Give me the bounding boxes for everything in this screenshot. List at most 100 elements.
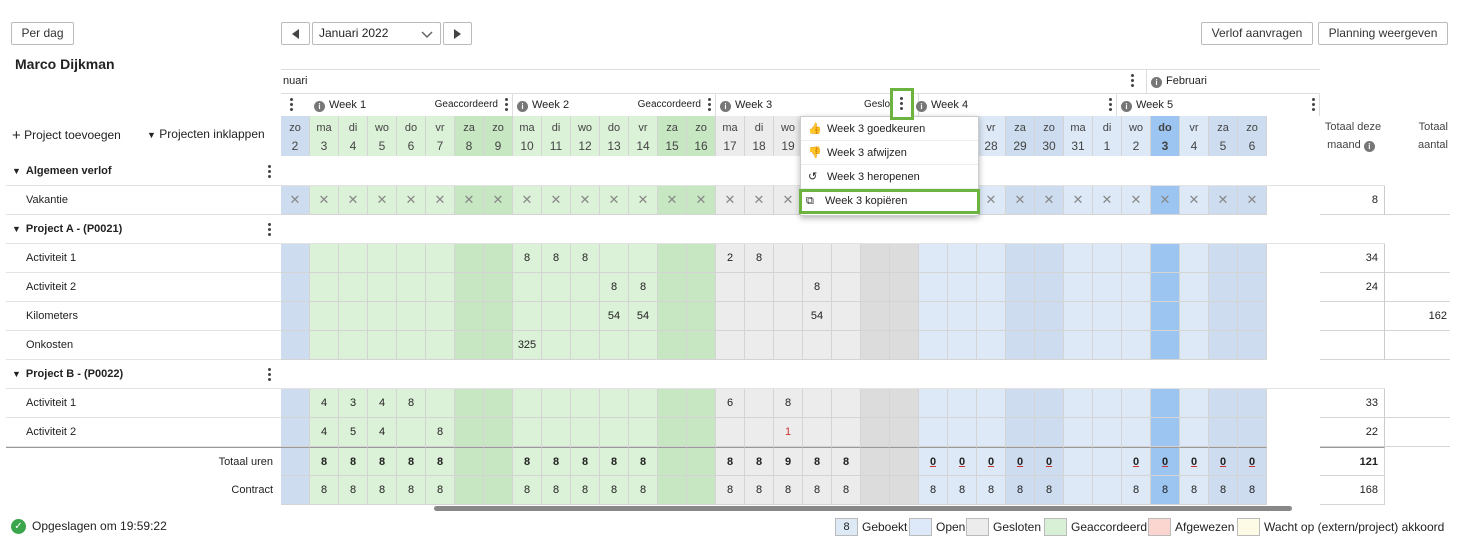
hour-cell[interactable] (658, 302, 687, 331)
hour-cell[interactable] (687, 418, 716, 447)
hour-cell[interactable] (948, 244, 977, 273)
hour-cell[interactable] (1209, 418, 1238, 447)
hour-cell[interactable] (977, 244, 1006, 273)
hour-cell[interactable]: 8 (629, 273, 658, 302)
leave-x-cell[interactable]: ✕ (397, 186, 426, 215)
hour-cell[interactable] (1064, 331, 1093, 360)
hour-cell[interactable]: 54 (803, 302, 832, 331)
project-menu-icon[interactable] (268, 223, 272, 237)
leave-x-cell[interactable]: ✕ (339, 186, 368, 215)
hour-cell[interactable] (455, 331, 484, 360)
leave-x-cell[interactable]: ✕ (542, 186, 571, 215)
hour-cell[interactable] (861, 273, 890, 302)
hour-cell[interactable] (542, 273, 571, 302)
hour-cell[interactable] (890, 244, 919, 273)
hour-cell[interactable] (1238, 273, 1267, 302)
hour-cell[interactable] (832, 331, 861, 360)
hour-cell[interactable] (745, 331, 774, 360)
week-menu-icon[interactable] (1312, 98, 1316, 112)
hour-cell[interactable] (1006, 389, 1035, 418)
hour-cell[interactable] (1093, 418, 1122, 447)
hour-cell[interactable] (600, 418, 629, 447)
hour-cell[interactable] (600, 331, 629, 360)
leave-x-cell[interactable]: ✕ (600, 186, 629, 215)
month-select[interactable]: Januari 2022 (312, 22, 441, 45)
hour-cell[interactable] (455, 302, 484, 331)
hour-cell[interactable] (861, 244, 890, 273)
hour-cell[interactable] (1209, 389, 1238, 418)
month-menu-icon[interactable] (1131, 74, 1135, 88)
hour-cell[interactable] (658, 389, 687, 418)
leave-x-cell[interactable]: ✕ (281, 186, 310, 215)
hour-cell[interactable] (542, 331, 571, 360)
hour-cell[interactable] (455, 273, 484, 302)
hour-cell[interactable] (1122, 302, 1151, 331)
hour-cell[interactable]: 325 (513, 331, 542, 360)
show-planning-button[interactable]: Planning weergeven (1318, 22, 1448, 45)
hour-cell[interactable] (977, 273, 1006, 302)
leave-x-cell[interactable]: ✕ (687, 186, 716, 215)
hour-cell[interactable] (1006, 244, 1035, 273)
hour-cell[interactable] (1093, 331, 1122, 360)
hour-cell[interactable] (658, 244, 687, 273)
hour-cell[interactable] (919, 244, 948, 273)
hour-cell[interactable] (368, 244, 397, 273)
hour-cell[interactable] (948, 273, 977, 302)
hour-cell[interactable] (426, 302, 455, 331)
hour-cell[interactable] (1151, 331, 1180, 360)
hour-cell[interactable] (1180, 302, 1209, 331)
hour-cell[interactable] (1064, 273, 1093, 302)
hour-cell[interactable] (919, 302, 948, 331)
hour-cell[interactable] (339, 302, 368, 331)
add-project-button[interactable]: + Project toevoegen (12, 127, 121, 144)
hour-cell[interactable] (1035, 418, 1064, 447)
hour-cell[interactable] (687, 331, 716, 360)
hour-cell[interactable] (1151, 302, 1180, 331)
hour-cell[interactable] (1151, 389, 1180, 418)
hour-cell[interactable] (629, 389, 658, 418)
hour-cell[interactable] (1238, 302, 1267, 331)
leave-x-cell[interactable]: ✕ (1064, 186, 1093, 215)
hour-cell[interactable] (1093, 244, 1122, 273)
hour-cell[interactable]: 4 (368, 389, 397, 418)
hour-cell[interactable] (397, 244, 426, 273)
menu-approve-week[interactable]: 👍 Week 3 goedkeuren (801, 117, 978, 141)
hour-cell[interactable] (948, 302, 977, 331)
hour-cell[interactable] (1035, 273, 1064, 302)
hour-cell[interactable]: 8 (600, 273, 629, 302)
next-month-button[interactable] (443, 22, 472, 45)
hour-cell[interactable]: 3 (339, 389, 368, 418)
hour-cell[interactable]: 4 (310, 418, 339, 447)
hour-cell[interactable] (919, 418, 948, 447)
hour-cell[interactable] (1238, 331, 1267, 360)
leave-x-cell[interactable]: ✕ (455, 186, 484, 215)
hour-cell[interactable] (1209, 273, 1238, 302)
hour-cell[interactable] (861, 331, 890, 360)
hour-cell[interactable] (397, 331, 426, 360)
hour-cell[interactable] (397, 273, 426, 302)
leave-x-cell[interactable]: ✕ (1151, 186, 1180, 215)
hour-cell[interactable] (745, 273, 774, 302)
hour-cell[interactable]: 8 (426, 418, 455, 447)
hour-cell[interactable] (861, 302, 890, 331)
hour-cell[interactable] (455, 389, 484, 418)
hour-cell[interactable] (1122, 331, 1151, 360)
hour-cell[interactable] (1151, 244, 1180, 273)
hour-cell[interactable] (977, 389, 1006, 418)
hour-cell[interactable] (716, 418, 745, 447)
hour-cell[interactable] (977, 418, 1006, 447)
hour-cell[interactable] (513, 418, 542, 447)
leave-x-cell[interactable]: ✕ (745, 186, 774, 215)
hour-cell[interactable] (658, 418, 687, 447)
hour-cell[interactable] (890, 389, 919, 418)
hour-cell[interactable] (484, 331, 513, 360)
hour-cell[interactable] (1238, 389, 1267, 418)
hour-cell[interactable] (571, 273, 600, 302)
hour-cell[interactable] (1122, 389, 1151, 418)
hour-cell[interactable] (484, 418, 513, 447)
hour-cell[interactable] (1006, 331, 1035, 360)
hour-cell[interactable] (600, 389, 629, 418)
hour-cell[interactable] (832, 244, 861, 273)
request-leave-button[interactable]: Verlof aanvragen (1201, 22, 1313, 45)
hour-cell[interactable] (368, 273, 397, 302)
